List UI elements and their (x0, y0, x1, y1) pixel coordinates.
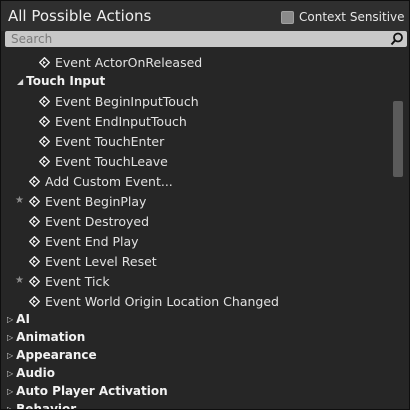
category-header[interactable]: ▷ Appearance (7, 345, 97, 365)
panel-header: All Possible Actions Context Sensitive ▶ (1, 1, 409, 31)
action-item-label: Event BeginPlay (45, 193, 147, 209)
action-item[interactable]: ★ Event BeginPlay (15, 191, 147, 211)
category-label: Touch Input (26, 74, 106, 88)
category-header[interactable]: ▷ Audio (7, 363, 55, 383)
event-diamond-icon (29, 215, 40, 227)
action-item[interactable]: Event Level Reset (29, 251, 157, 271)
scrollbar-thumb[interactable] (393, 101, 403, 177)
action-item[interactable]: ★ Event Tick (15, 271, 110, 291)
action-item-label: Event TouchLeave (55, 153, 168, 169)
category-label: Audio (16, 366, 55, 380)
category-header[interactable]: ▷ Behavior (7, 399, 76, 409)
context-sensitive-checkbox[interactable] (281, 10, 294, 24)
search-placeholder: Search (11, 32, 53, 46)
category-label: Animation (16, 330, 86, 344)
context-sensitive-label: Context Sensitive (299, 10, 405, 24)
action-list: Event ActorOnReleased ◢ Touch Input Event B… (1, 49, 391, 410)
action-item-label: Event ActorOnReleased (55, 54, 203, 70)
category-label: Auto Player Activation (16, 384, 168, 398)
event-diamond-icon (39, 155, 50, 167)
event-diamond-icon (29, 275, 40, 287)
action-item-label: Event TouchEnter (55, 133, 165, 149)
event-diamond-icon (29, 295, 40, 307)
action-item-label: Event Tick (45, 273, 110, 289)
event-diamond-icon (39, 95, 50, 107)
event-diamond-icon (29, 235, 40, 247)
category-header[interactable]: ▷ Animation (7, 327, 85, 347)
event-diamond-icon (29, 195, 40, 207)
action-item[interactable]: Event World Origin Location Changed (29, 291, 279, 311)
action-item-label: Event EndInputTouch (55, 113, 187, 129)
collapsed-arrow-icon[interactable]: ▷ (7, 369, 13, 378)
action-item-label: Event BeginInputTouch (55, 93, 199, 109)
category-header[interactable]: ▷ Auto Player Activation (7, 381, 168, 401)
event-diamond-icon (29, 175, 40, 187)
action-item[interactable]: Event End Play (29, 231, 139, 251)
action-item[interactable]: Add Custom Event... (29, 171, 173, 191)
collapsed-arrow-icon[interactable]: ▷ (7, 351, 13, 360)
context-sensitive-toggle[interactable]: Context Sensitive ▶ (281, 10, 409, 24)
search-input[interactable]: Search (5, 31, 407, 47)
collapsed-arrow-icon[interactable]: ▷ (7, 333, 13, 342)
action-item-label: Event Destroyed (45, 213, 150, 229)
action-item[interactable]: Event TouchLeave (39, 151, 168, 171)
category-label: AI (16, 312, 30, 326)
expanded-arrow-icon[interactable]: ◢ (17, 77, 23, 86)
action-item-label: Event World Origin Location Changed (45, 293, 279, 309)
event-diamond-icon (39, 115, 50, 127)
action-item-label: Add Custom Event... (45, 173, 173, 189)
collapsed-arrow-icon[interactable]: ▷ (7, 405, 13, 410)
action-item[interactable]: Event TouchEnter (39, 131, 164, 151)
category-label: Behavior (16, 402, 77, 409)
action-item[interactable]: Event ActorOnReleased (39, 52, 202, 72)
event-diamond-icon (39, 135, 50, 147)
action-menu-panel: All Possible Actions Context Sensitive ▶… (0, 0, 410, 410)
action-item[interactable]: Event Destroyed (29, 211, 149, 231)
event-diamond-icon (29, 255, 40, 267)
star-icon[interactable]: ★ (15, 275, 24, 286)
category-header[interactable]: ▷ AI (7, 309, 30, 329)
event-diamond-icon (39, 56, 50, 68)
collapsed-arrow-icon[interactable]: ▷ (7, 387, 13, 396)
collapsed-arrow-icon[interactable]: ▷ (7, 315, 13, 324)
action-item-label: Event Level Reset (45, 253, 157, 269)
action-item-label: Event End Play (45, 233, 139, 249)
action-item[interactable]: Event EndInputTouch (39, 111, 187, 131)
search-icon[interactable] (390, 32, 404, 46)
panel-title: All Possible Actions (8, 7, 152, 25)
star-icon[interactable]: ★ (15, 195, 24, 206)
category-label: Appearance (16, 348, 97, 362)
subcategory-header[interactable]: ◢ Touch Input (17, 71, 105, 91)
action-item[interactable]: Event BeginInputTouch (39, 91, 199, 111)
